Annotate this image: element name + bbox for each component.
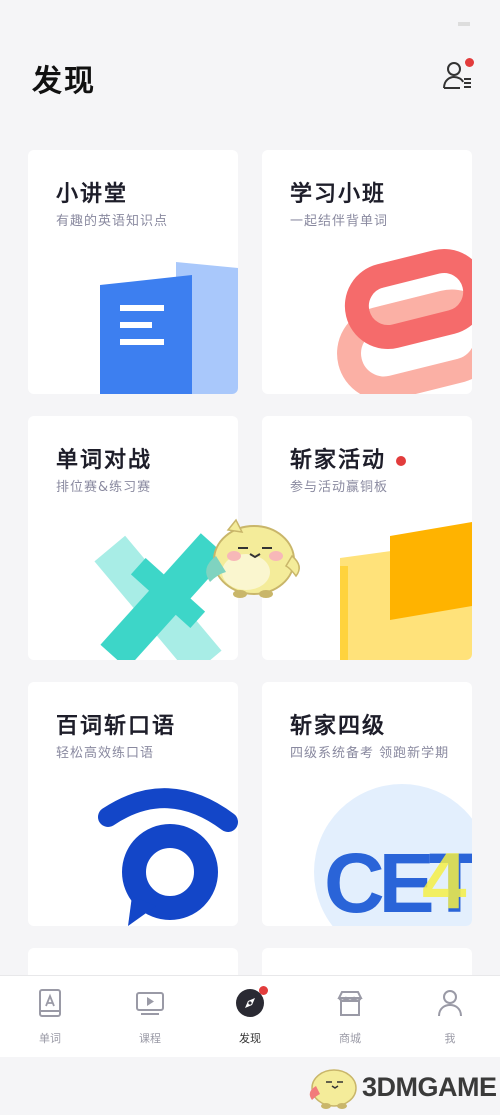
tab-courses[interactable]: 课程 [100,976,200,1057]
mascot-floating-icon[interactable] [196,516,306,602]
watermark-mascot-icon [309,1069,357,1109]
tab-me[interactable]: 我 [400,976,500,1057]
profile-menu-button[interactable] [440,58,474,92]
cet4-logo-icon: CET 4 [314,784,472,926]
tab-label: 课程 [139,1032,161,1045]
tab-discover[interactable]: 发现 [200,976,300,1057]
video-course-icon [136,992,164,1015]
watermark-text: 3DMGAME [362,1072,497,1102]
status-indicator [458,22,470,26]
tab-label: 发现 [239,1032,261,1045]
speech-bubble-logo-icon [98,788,238,926]
svg-text:4: 4 [422,836,467,925]
store-icon [337,991,363,1016]
word-book-icon [39,989,61,1017]
chain-link-icon [337,248,472,394]
document-illustration-icon [100,262,238,394]
page-title: 发现 [32,64,96,99]
bottom-tab-bar: 单词 课程 发现 商城 我 [0,975,500,1057]
notification-dot [465,58,474,67]
tab-store[interactable]: 商城 [300,976,400,1057]
card-study-group[interactable]: 学习小班 一起结伴背单词 [262,150,472,394]
card-mini-lecture[interactable]: 小讲堂 有趣的英语知识点 [28,150,238,394]
tab-label: 商城 [339,1032,361,1045]
tab-label: 单词 [39,1032,61,1045]
card-cet4[interactable]: 斩家四级 四级系统备考 领跑新学期 CET 4 [262,682,472,926]
tab-words[interactable]: 单词 [0,976,100,1057]
watermark: 3DMGAME [300,1062,500,1112]
tab-label: 我 [444,1032,456,1045]
card-oral-english[interactable]: 百词斩口语 轻松高效练口语 [28,682,238,926]
user-icon [438,990,462,1017]
notification-dot [259,986,268,995]
